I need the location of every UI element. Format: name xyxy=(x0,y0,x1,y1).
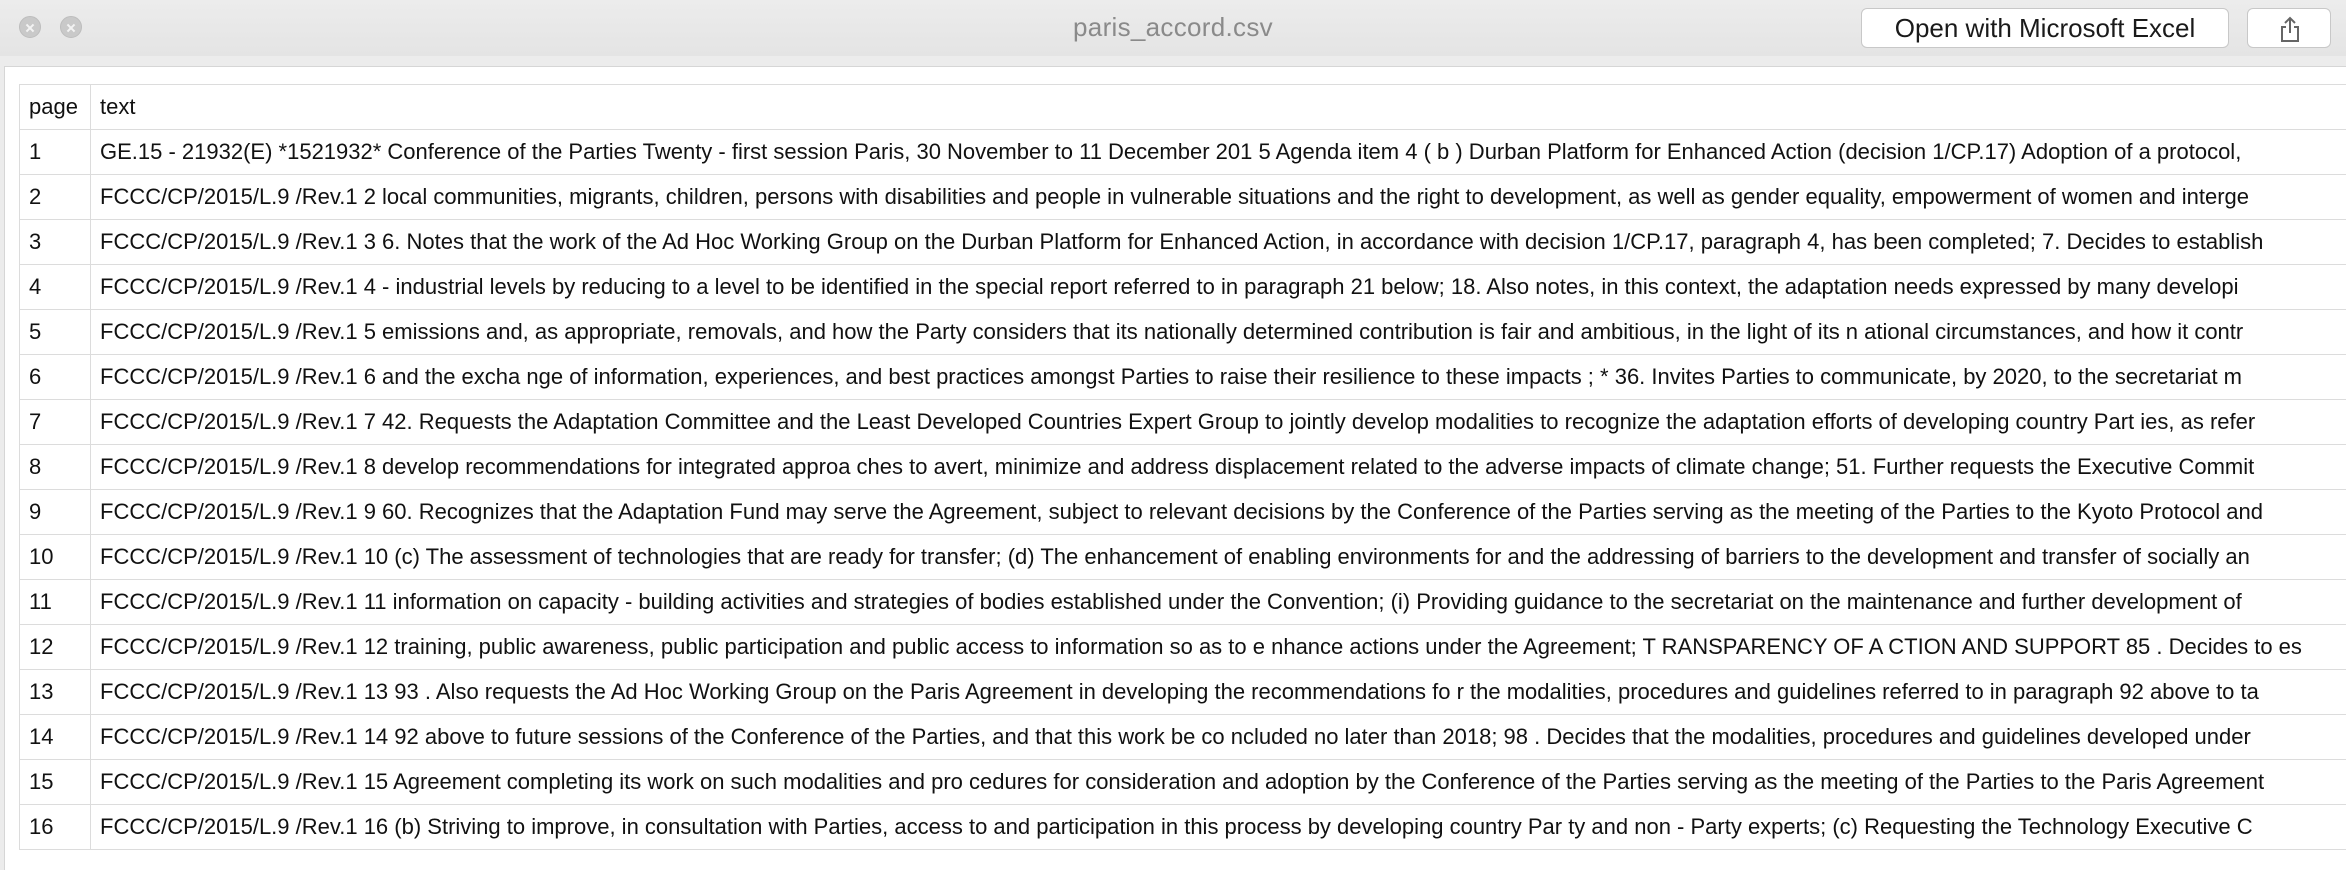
table-body: 1 GE.15 - 21932(E) *1521932* Conference o… xyxy=(19,129,2346,850)
table-row: 15 FCCC/CP/2015/L.9 /Rev.1 15 Agreement c… xyxy=(19,759,2346,805)
table-row: 8 FCCC/CP/2015/L.9 /Rev.1 8 develop recom… xyxy=(19,444,2346,490)
csv-table: page text 1 GE.15 - 21932(E) *1521932* Co… xyxy=(19,84,2346,850)
text-cell: FCCC/CP/2015/L.9 /Rev.1 7 42. Requests t… xyxy=(90,399,2346,445)
text-cell: FCCC/CP/2015/L.9 /Rev.1 10 (c) The asses… xyxy=(90,534,2346,580)
table-row: 13 FCCC/CP/2015/L.9 /Rev.1 13 93 . Also r… xyxy=(19,669,2346,715)
page-cell: 2 xyxy=(19,174,91,220)
text-cell: FCCC/CP/2015/L.9 /Rev.1 5 emissions and,… xyxy=(90,309,2346,355)
column-header-page: page xyxy=(19,84,91,130)
page-cell: 14 xyxy=(19,714,91,760)
table-row: 11 FCCC/CP/2015/L.9 /Rev.1 11 information… xyxy=(19,579,2346,625)
page-cell: 10 xyxy=(19,534,91,580)
text-cell: FCCC/CP/2015/L.9 /Rev.1 2 local communit… xyxy=(90,174,2346,220)
page-cell: 16 xyxy=(19,804,91,850)
table-row: 6 FCCC/CP/2015/L.9 /Rev.1 6 and the excha… xyxy=(19,354,2346,400)
column-header-text: text xyxy=(90,84,2346,130)
table-row: 5 FCCC/CP/2015/L.9 /Rev.1 5 emissions and… xyxy=(19,309,2346,355)
table-row: 12 FCCC/CP/2015/L.9 /Rev.1 12 training, p… xyxy=(19,624,2346,670)
page-cell: 8 xyxy=(19,444,91,490)
page-cell: 7 xyxy=(19,399,91,445)
table-row: 1 GE.15 - 21932(E) *1521932* Conference o… xyxy=(19,129,2346,175)
page-cell: 13 xyxy=(19,669,91,715)
text-cell: FCCC/CP/2015/L.9 /Rev.1 14 92 above to f… xyxy=(90,714,2346,760)
title-bar: paris_accord.csv Open with Microsoft Exc… xyxy=(0,0,2346,56)
page-cell: 12 xyxy=(19,624,91,670)
page-cell: 15 xyxy=(19,759,91,805)
share-icon xyxy=(2281,16,2299,42)
page-cell: 9 xyxy=(19,489,91,535)
text-cell: FCCC/CP/2015/L.9 /Rev.1 6 and the excha … xyxy=(90,354,2346,400)
text-cell: FCCC/CP/2015/L.9 /Rev.1 8 develop recomm… xyxy=(90,444,2346,490)
page-cell: 11 xyxy=(19,579,91,625)
table-row: 7 FCCC/CP/2015/L.9 /Rev.1 7 42. Requests … xyxy=(19,399,2346,445)
text-cell: FCCC/CP/2015/L.9 /Rev.1 11 information o… xyxy=(90,579,2346,625)
table-row: 2 FCCC/CP/2015/L.9 /Rev.1 2 local communi… xyxy=(19,174,2346,220)
page-cell: 6 xyxy=(19,354,91,400)
page-cell: 3 xyxy=(19,219,91,265)
table-row: 3 FCCC/CP/2015/L.9 /Rev.1 3 6. Notes that… xyxy=(19,219,2346,265)
share-button[interactable] xyxy=(2247,8,2331,48)
text-cell: FCCC/CP/2015/L.9 /Rev.1 4 - industrial l… xyxy=(90,264,2346,310)
text-cell: FCCC/CP/2015/L.9 /Rev.1 16 (b) Striving … xyxy=(90,804,2346,850)
page-cell: 4 xyxy=(19,264,91,310)
text-cell: FCCC/CP/2015/L.9 /Rev.1 9 60. Recognizes… xyxy=(90,489,2346,535)
page-cell: 1 xyxy=(19,129,91,175)
table-row: 16 FCCC/CP/2015/L.9 /Rev.1 16 (b) Strivin… xyxy=(19,804,2346,850)
quicklook-window: paris_accord.csv Open with Microsoft Exc… xyxy=(0,0,2346,870)
page-cell: 5 xyxy=(19,309,91,355)
text-cell: FCCC/CP/2015/L.9 /Rev.1 13 93 . Also req… xyxy=(90,669,2346,715)
text-cell: FCCC/CP/2015/L.9 /Rev.1 15 Agreement com… xyxy=(90,759,2346,805)
header-row: page text xyxy=(19,84,2346,130)
csv-preview[interactable]: page text 1 GE.15 - 21932(E) *1521932* Co… xyxy=(4,66,2346,870)
text-cell: FCCC/CP/2015/L.9 /Rev.1 12 training, pub… xyxy=(90,624,2346,670)
table-row: 4 FCCC/CP/2015/L.9 /Rev.1 4 - industrial … xyxy=(19,264,2346,310)
table-row: 9 FCCC/CP/2015/L.9 /Rev.1 9 60. Recognize… xyxy=(19,489,2346,535)
text-cell: FCCC/CP/2015/L.9 /Rev.1 3 6. Notes that … xyxy=(90,219,2346,265)
table-row: 14 FCCC/CP/2015/L.9 /Rev.1 14 92 above to… xyxy=(19,714,2346,760)
table-row: 10 FCCC/CP/2015/L.9 /Rev.1 10 (c) The ass… xyxy=(19,534,2346,580)
text-cell: GE.15 - 21932(E) *1521932* Conference of… xyxy=(90,129,2346,175)
open-with-excel-button[interactable]: Open with Microsoft Excel xyxy=(1861,8,2229,48)
